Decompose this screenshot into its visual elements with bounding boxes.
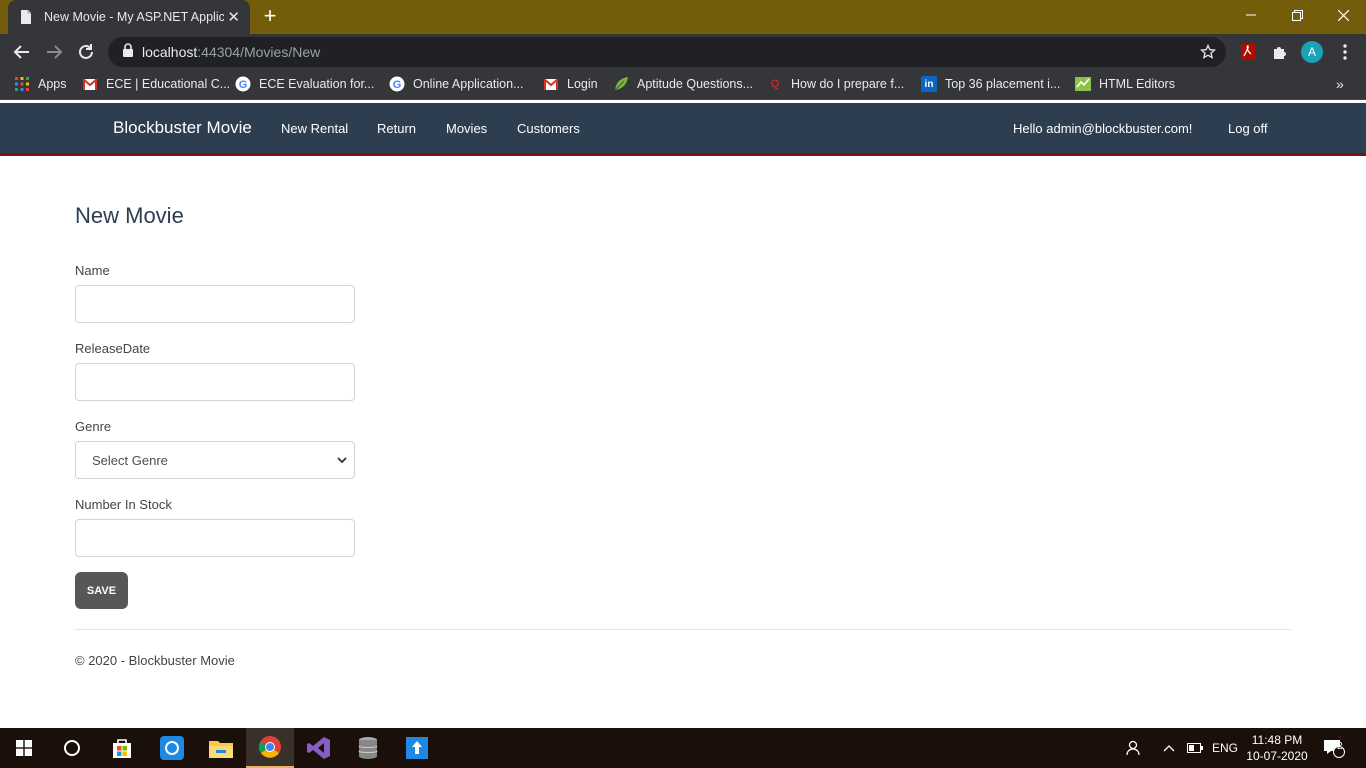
bookmark-label: ECE | Educational C... (106, 77, 231, 91)
visual-studio-icon[interactable] (295, 728, 343, 768)
bookmark-item[interactable]: Login (543, 76, 598, 92)
linkedin-icon: in (921, 76, 937, 92)
tab-title: New Movie - My ASP.NET Applic (44, 10, 224, 24)
extensions-puzzle-icon[interactable] (1270, 42, 1290, 62)
leaf-icon (613, 76, 629, 92)
close-window-button[interactable] (1320, 0, 1366, 30)
bookmark-label: HTML Editors (1099, 77, 1175, 91)
bookmark-item[interactable]: G ECE Evaluation for... (235, 76, 374, 92)
chrome-icon[interactable] (246, 728, 294, 768)
chevron-down-icon (336, 454, 348, 469)
windows-start-icon[interactable] (0, 728, 48, 768)
bookmark-item[interactable]: HTML Editors (1075, 76, 1175, 92)
save-button[interactable]: SAVE (75, 572, 128, 609)
nav-movies[interactable]: Movies (446, 121, 487, 136)
nav-new-rental[interactable]: New Rental (281, 121, 348, 136)
show-hidden-icons-chevron-icon[interactable] (1163, 728, 1175, 768)
logoff-link[interactable]: Log off (1228, 121, 1268, 136)
gmail-icon (543, 76, 559, 92)
bookmark-label: Apps (38, 77, 67, 91)
battery-icon[interactable] (1187, 728, 1203, 768)
bookmark-label: Login (567, 77, 598, 91)
footer-copyright: © 2020 - Blockbuster Movie (75, 653, 235, 668)
genre-selected-value: Select Genre (92, 452, 168, 468)
nav-return[interactable]: Return (377, 121, 416, 136)
sync-app-icon[interactable] (148, 728, 196, 768)
footer-divider (75, 629, 1291, 630)
site-navbar: Blockbuster Movie New Rental Return Movi… (0, 103, 1366, 156)
page-title: New Movie (75, 203, 184, 228)
number-in-stock-input[interactable] (75, 519, 355, 557)
file-explorer-icon[interactable] (197, 728, 245, 768)
back-icon[interactable] (10, 40, 34, 64)
google-icon: G (235, 76, 251, 92)
apps-grid-icon (14, 76, 30, 92)
bookmark-label: How do I prepare f... (791, 77, 905, 91)
people-icon[interactable] (1126, 728, 1144, 768)
notification-count: 2 (1337, 741, 1343, 752)
google-icon: G (389, 76, 405, 92)
quora-icon: Q (770, 78, 780, 90)
bookmark-item[interactable]: Apps (14, 76, 67, 92)
new-tab-button[interactable]: + (258, 5, 282, 29)
nav-customers[interactable]: Customers (517, 121, 580, 136)
bookmark-item[interactable]: in Top 36 placement i... (921, 76, 1060, 92)
browser-tab[interactable]: New Movie - My ASP.NET Applic ✕ (8, 0, 250, 34)
store-icon[interactable] (98, 728, 146, 768)
clock-date: 10-07-2020 (1246, 749, 1308, 763)
restore-button[interactable] (1274, 0, 1320, 30)
language-indicator[interactable]: ENG (1212, 728, 1238, 768)
bookmark-label: Top 36 placement i... (945, 77, 1061, 91)
tab-close-icon[interactable]: ✕ (227, 8, 240, 26)
name-input[interactable] (75, 285, 355, 323)
address-bar[interactable]: localhost:44304/Movies/New (108, 37, 1226, 67)
genre-select[interactable]: Select Genre (75, 441, 355, 479)
number-in-stock-label: Number In Stock (75, 497, 172, 512)
url-host: localhost (142, 44, 198, 60)
release-date-label: ReleaseDate (75, 341, 151, 356)
url-path: :44304/Movies/New (197, 44, 321, 60)
profile-avatar[interactable]: A (1301, 41, 1323, 63)
bookmark-star-icon[interactable] (1199, 43, 1217, 65)
bookmark-label: Online Application... (413, 77, 524, 91)
svg-text:G: G (239, 79, 248, 91)
reload-icon[interactable] (74, 40, 98, 64)
url-text: localhost:44304/Movies/New (142, 44, 320, 60)
windows-taskbar: ENG 11:48 PM 10-07-2020 2 (0, 728, 1366, 768)
svg-text:G: G (393, 79, 402, 91)
page-favicon-icon (18, 9, 34, 25)
upload-app-icon[interactable] (393, 728, 441, 768)
site-brand[interactable]: Blockbuster Movie (113, 118, 252, 138)
browser-toolbar: localhost:44304/Movies/New A (0, 34, 1366, 70)
cortana-search-icon[interactable] (48, 728, 96, 768)
pdf-extension-icon[interactable] (1238, 42, 1258, 62)
user-greeting[interactable]: Hello admin@blockbuster.com! (1013, 121, 1192, 136)
browser-titlebar: New Movie - My ASP.NET Applic ✕ + (0, 0, 1366, 34)
lock-icon (122, 42, 134, 62)
genre-label: Genre (75, 419, 112, 434)
release-date-input[interactable] (75, 363, 355, 401)
minimize-button[interactable] (1228, 0, 1274, 30)
bookmark-label: ECE Evaluation for... (259, 77, 375, 91)
bookmarks-bar: Apps ECE | Educational C... G ECE Evalua… (0, 70, 1366, 100)
bookmark-label: Aptitude Questions... (637, 77, 754, 91)
bookmark-item[interactable]: Aptitude Questions... (613, 76, 753, 92)
name-label: Name (75, 263, 110, 278)
menu-kebab-icon[interactable] (1335, 42, 1355, 62)
database-icon[interactable] (344, 728, 392, 768)
gmail-icon (82, 76, 98, 92)
clock-time: 11:48 PM (1251, 733, 1303, 747)
bookmark-item[interactable]: G Online Application... (389, 76, 524, 92)
action-center-icon[interactable]: 2 (1323, 728, 1345, 768)
forward-icon[interactable] (42, 40, 66, 64)
more-bookmarks-chevron-icon[interactable]: » (1336, 76, 1344, 92)
chart-icon (1075, 76, 1091, 92)
bookmark-item[interactable]: ECE | Educational C... (82, 76, 230, 92)
system-clock[interactable]: 11:48 PM 10-07-2020 (1244, 732, 1310, 764)
bookmark-item[interactable]: Q How do I prepare f... (767, 76, 905, 92)
